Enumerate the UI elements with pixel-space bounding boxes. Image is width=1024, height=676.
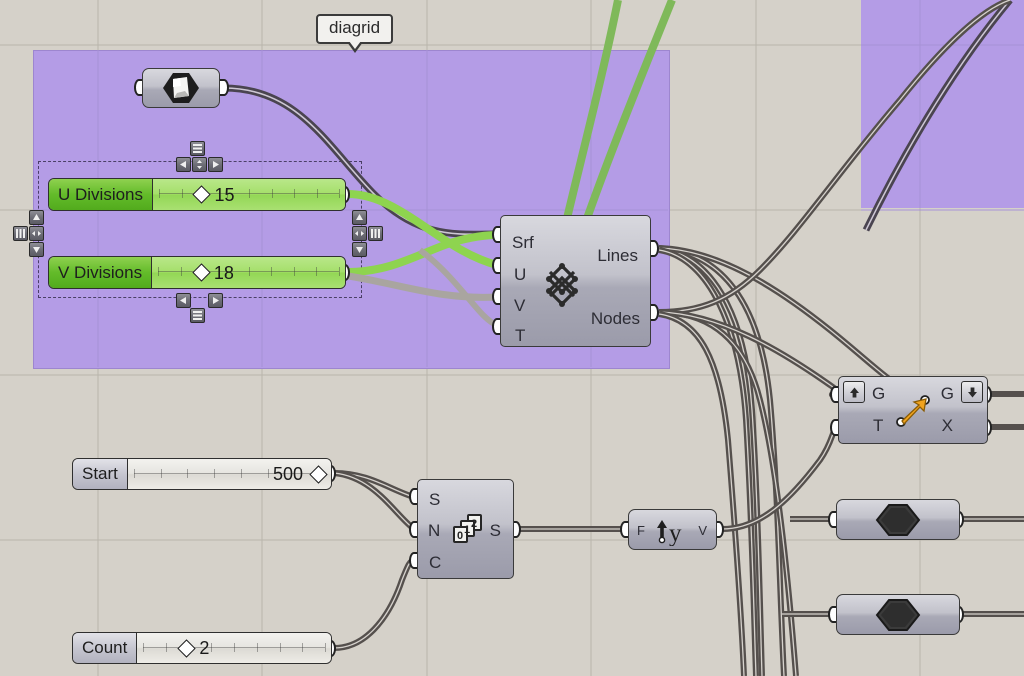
series-output-label-s: S — [489, 521, 501, 540]
slider-v-divisions[interactable]: V Divisions 18 — [48, 256, 346, 289]
unit-y-arrow-icon: y — [655, 516, 691, 546]
surface-icon — [143, 69, 219, 107]
slider-count-label[interactable]: Count — [73, 633, 138, 663]
arrow-leftright-grip-icon[interactable] — [29, 226, 44, 241]
diagrid-input-label-v: V — [514, 296, 526, 315]
diagrid-component[interactable]: Srf U V T Lines Nodes — [500, 215, 651, 347]
brep-hexagon-icon — [837, 500, 959, 539]
rows-grip-icon[interactable] — [190, 308, 205, 323]
move-arrow-icon — [893, 391, 935, 431]
slider-ticks — [143, 642, 326, 652]
slider-count-handle[interactable] — [177, 638, 196, 658]
slider-count-track[interactable]: 2 — [137, 633, 331, 663]
surface-parameter[interactable] — [142, 68, 220, 108]
unity-input-label-f: F — [637, 523, 645, 538]
arrow-up-grip-icon[interactable] — [29, 210, 44, 225]
move-component[interactable]: G T G X — [838, 376, 988, 444]
up-arrow-icon[interactable] — [843, 381, 865, 403]
slider-start-value: 500 — [272, 464, 303, 484]
brep-parameter-two[interactable] — [836, 594, 960, 635]
diagrid-lattice-icon — [539, 262, 585, 308]
slider-v-divisions-label[interactable]: V Divisions — [49, 257, 153, 288]
diagrid-output-label-nodes: Nodes — [590, 309, 640, 328]
series-input-label-c: C — [429, 553, 442, 572]
diagrid-output-label-lines: Lines — [597, 246, 638, 265]
slider-start-label[interactable]: Start — [73, 459, 128, 489]
move-input-label-t: T — [873, 416, 884, 435]
group-label-tail-inner — [348, 40, 361, 49]
slider-v-divisions-value: 18 — [213, 262, 234, 283]
columns-grip-icon[interactable] — [368, 226, 383, 241]
slider-u-divisions-handle[interactable] — [192, 185, 211, 204]
diagrid-input-label-t: T — [515, 326, 526, 345]
slider-u-divisions-value: 15 — [214, 184, 235, 205]
unit-y-component[interactable]: F V y — [628, 509, 717, 550]
arrow-left-grip-icon[interactable] — [176, 157, 191, 172]
group-label-text: diagrid — [329, 18, 381, 37]
series-numbers-icon: 2 1 0 — [451, 512, 489, 550]
columns-grip-icon[interactable] — [13, 226, 28, 241]
group-label-diagrid[interactable]: diagrid — [316, 14, 394, 53]
arrow-left-grip-icon[interactable] — [176, 293, 191, 308]
slider-u-divisions-label[interactable]: U Divisions — [49, 179, 154, 210]
arrow-down-grip-icon[interactable] — [352, 242, 367, 257]
slider-v-divisions-track[interactable]: 18 — [152, 257, 345, 288]
svg-text:0: 0 — [457, 530, 463, 542]
slider-v-divisions-handle[interactable] — [191, 263, 211, 282]
series-component[interactable]: S N C S 2 1 0 — [417, 479, 514, 579]
slider-u-divisions-track[interactable]: 15 — [153, 179, 345, 210]
slider-start-handle[interactable] — [309, 464, 328, 484]
slider-start-track[interactable]: 500 — [127, 459, 331, 489]
slider-ticks — [158, 267, 340, 277]
arrow-right-grip-icon[interactable] — [208, 157, 223, 172]
svg-text:1: 1 — [464, 524, 470, 536]
diagrid-input-label-u: U — [514, 265, 527, 284]
rows-grip-icon[interactable] — [190, 141, 205, 156]
arrow-right-grip-icon[interactable] — [208, 293, 223, 308]
series-input-label-s: S — [429, 490, 441, 509]
arrow-down-grip-icon[interactable] — [29, 242, 44, 257]
arrow-up-grip-icon[interactable] — [352, 210, 367, 225]
slider-count-value: 2 — [199, 638, 210, 658]
svg-text:2: 2 — [471, 518, 477, 530]
slider-count[interactable]: Count 2 — [72, 632, 332, 664]
arrow-updown-grip-icon[interactable] — [192, 157, 207, 172]
unity-output-label-v: V — [698, 523, 707, 538]
grasshopper-canvas[interactable]: .w-dark { stroke:#4a4450; fill:none; } .… — [0, 0, 1024, 676]
surface-param-output-port[interactable] — [219, 79, 229, 96]
slider-ticks — [159, 189, 340, 199]
move-output-label-x: X — [941, 416, 953, 435]
arrow-leftright-grip-icon[interactable] — [352, 226, 367, 241]
brep-parameter-one[interactable] — [836, 499, 960, 540]
slider-start[interactable]: Start 500 — [72, 458, 332, 490]
move-output-label-g: G — [940, 384, 954, 403]
move-input-label-g: G — [872, 384, 886, 403]
diagrid-input-label-srf: Srf — [512, 233, 534, 252]
down-arrow-icon[interactable] — [961, 381, 983, 403]
slider-u-divisions[interactable]: U Divisions 15 — [48, 178, 346, 211]
series-input-label-n: N — [428, 521, 441, 540]
svg-text:y: y — [669, 520, 682, 546]
brep-hexagon-icon — [837, 595, 959, 634]
